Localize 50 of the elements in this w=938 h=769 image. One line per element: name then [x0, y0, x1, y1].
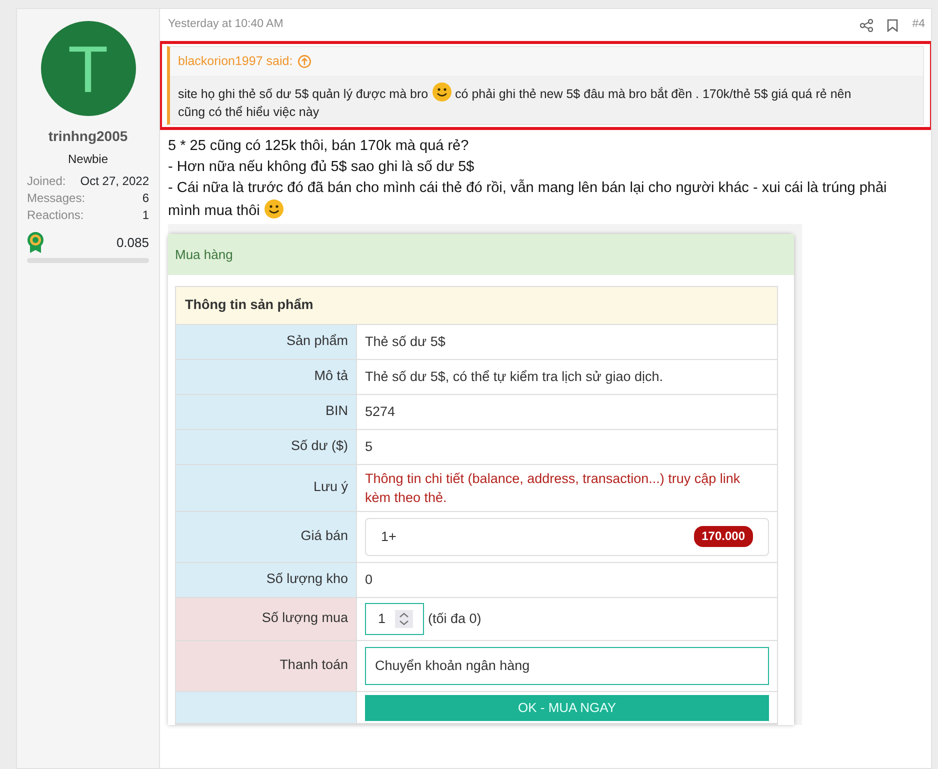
field-label: Giá bán: [176, 512, 357, 562]
post-number-link[interactable]: #4: [912, 16, 925, 34]
stat-value: Oct 27, 2022: [80, 173, 149, 190]
card-header: Mua hàng: [168, 234, 794, 276]
stat-label: Messages:: [27, 190, 86, 207]
award-ribbon-icon: [27, 232, 44, 254]
user-title: Newbie: [66, 151, 110, 168]
quote-author-link[interactable]: blackorion1997 said:: [178, 52, 293, 71]
field-label: Số lượng kho: [176, 562, 357, 596]
field-label: Mô tả: [176, 360, 357, 394]
price-badge: 170.000: [694, 526, 753, 547]
bookmark-icon[interactable]: [887, 18, 898, 32]
username[interactable]: trinhng2005: [27, 126, 149, 147]
option-label: 1+: [381, 528, 396, 546]
post-text: 5 * 25 cũng có 125k thôi, bán 170k mà quá rẻ?: [168, 138, 469, 154]
field-label: Số dư ($): [176, 430, 357, 464]
quote-text: site họ ghi thẻ số dư 5$ quản lý được mà bro: [178, 86, 428, 101]
smiley-icon: [264, 198, 284, 219]
quantity-field[interactable]: 1: [365, 602, 424, 634]
note-text: Thông tin chi tiết (balance, address, transaction...) truy cập link kèm theo thẻ.: [365, 470, 742, 506]
field-label: BIN: [176, 394, 357, 428]
buy-now-button[interactable]: OK - MUA NGAY: [365, 694, 769, 720]
stat-label: Joined:: [27, 173, 66, 190]
post-timestamp[interactable]: Yesterday at 10:40 AM: [168, 16, 284, 34]
field-value: Thẻ số dư 5$, có thể tự kiểm tra lịch sử giao dịch.: [365, 368, 663, 386]
field-value: 5: [365, 438, 373, 456]
price-option[interactable]: 1+ 170.000: [365, 518, 769, 556]
post-text: - Cái nữa là trước đó đã bán cho mình cái thẻ đó rồi, vẫn mang lên bán lại cho người khác - xui cái là trúng phải: [168, 180, 887, 196]
share-icon[interactable]: [860, 18, 874, 32]
payment-field[interactable]: Chuyển khoản ngân hàng: [365, 646, 769, 684]
post-text: - Hơn nữa nếu không đủ 5$ sao ghi là số dư 5$: [168, 158, 474, 175]
post-text: mình mua thôi: [168, 202, 260, 219]
field-label: Số lượng mua: [176, 598, 357, 640]
stat-value: 1: [142, 207, 149, 224]
smiley-icon: [432, 82, 452, 102]
field-label: Sản phẩm: [176, 324, 357, 358]
field-value: Thẻ số dư 5$: [365, 333, 446, 351]
field-label: Thanh toán: [176, 640, 357, 690]
stat-value: 6: [142, 190, 149, 207]
quantity-hint: (tối đa 0): [428, 610, 482, 628]
avatar[interactable]: T: [40, 21, 136, 116]
field-label: Lưu ý: [176, 464, 357, 510]
field-value: 5274: [365, 403, 396, 421]
quote-text: có phải ghi thẻ new 5$ đâu mà bro bắt đền . 170k/thẻ 5$ giá quá rẻ nên: [455, 86, 852, 101]
reward-value: 0.085: [116, 234, 149, 252]
panel-title: Thông tin sản phẩm: [176, 287, 777, 324]
quote-text: cũng có thể hiểu việc này: [178, 104, 320, 119]
field-value: 0: [365, 571, 373, 589]
spinner-icon[interactable]: [395, 610, 413, 628]
stat-label: Reactions:: [27, 207, 84, 224]
